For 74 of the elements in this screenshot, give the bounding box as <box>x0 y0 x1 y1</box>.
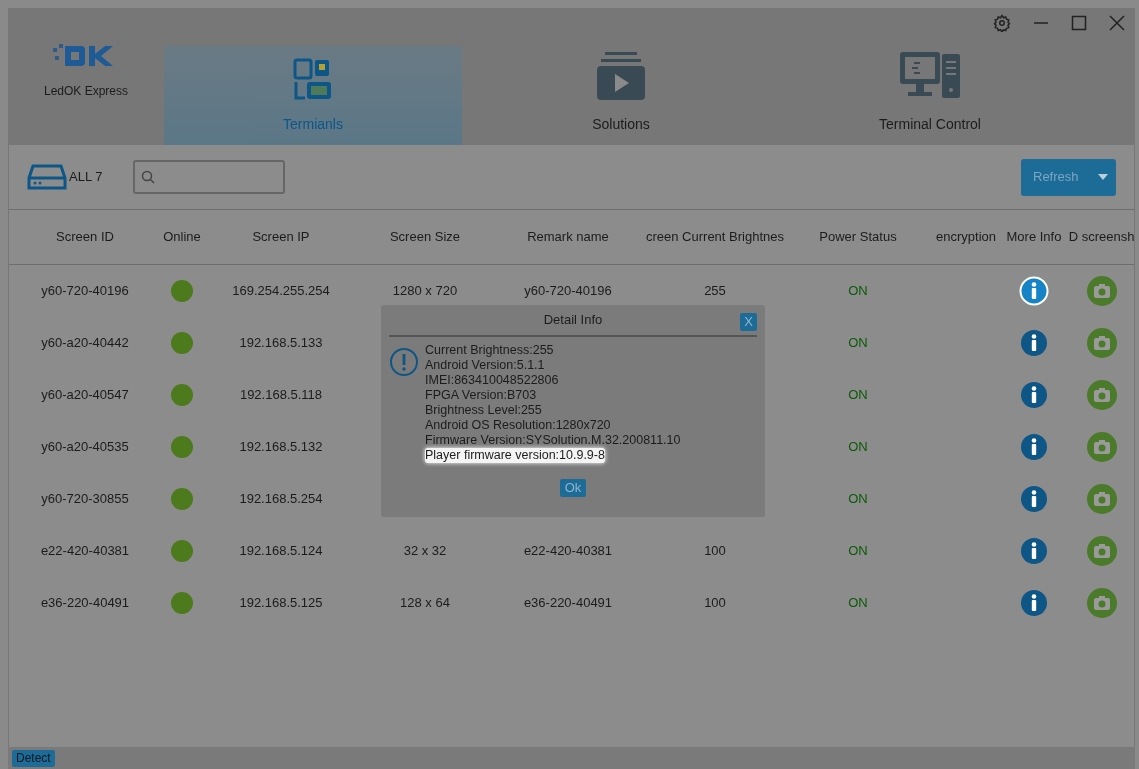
nav-tab[interactable]: Termianls <box>164 46 462 145</box>
power-status: ON <box>847 490 869 509</box>
table-cell-text: y60-a20-40535 <box>40 438 130 457</box>
column-header: Online <box>162 228 202 247</box>
device-icon <box>27 162 67 192</box>
search-icon <box>140 170 155 184</box>
table-cell: 1280 x 720 <box>392 283 458 299</box>
table-cell-text: y60-720-40196 <box>40 282 130 301</box>
table-cell: 255 <box>704 283 726 299</box>
column-header: encryption <box>935 228 997 247</box>
detect-button[interactable]: Detect <box>12 749 55 767</box>
detail-line: Brightness Level:255 <box>425 403 542 418</box>
info-icon[interactable] <box>1019 380 1049 410</box>
column-header: Screen Size <box>388 228 462 247</box>
info-icon[interactable] <box>1019 276 1049 306</box>
detail-line: Current Brightness:255 <box>425 343 554 358</box>
table-cell: 32 x 32 <box>403 543 447 559</box>
column-header: Screen IP <box>251 228 311 247</box>
detail-line: Firmware Version:SYSolution.M.32.200811.10 <box>425 433 681 448</box>
table-cell-text: e36-220-40491 <box>39 594 131 613</box>
nav-tab[interactable]: Solutions <box>462 46 780 145</box>
play-stack-icon <box>595 50 647 102</box>
table-cell-text: 192.168.5.254 <box>238 490 324 509</box>
info-icon[interactable] <box>1019 432 1049 462</box>
power-status: ON <box>847 334 869 353</box>
table-cell-text: 192.168.5.132 <box>238 438 324 457</box>
device-count: ALL 7 <box>69 168 103 187</box>
column-header: Screen ID <box>55 228 115 247</box>
close-icon[interactable] <box>1109 15 1125 31</box>
table-cell-text: e22-420-40381 <box>39 542 131 561</box>
column-header: Power Status <box>818 228 898 247</box>
info-icon[interactable] <box>1019 588 1049 618</box>
column-header: D screensh <box>1067 228 1136 247</box>
settings-icon[interactable] <box>993 14 1011 32</box>
table-cell-text: 192.168.5.118 <box>238 386 324 405</box>
table-cell: 100 <box>704 543 726 559</box>
table-cell-text: 192.168.5.133 <box>238 334 324 353</box>
power-status: ON <box>847 594 869 613</box>
column-header: More Info <box>1005 228 1063 247</box>
close-button[interactable]: X <box>740 313 757 331</box>
info-icon[interactable] <box>1019 536 1049 566</box>
dialog-title: Detail Info <box>543 311 603 330</box>
info-icon[interactable] <box>1019 328 1049 358</box>
nav-tab[interactable]: Terminal Control <box>780 46 1080 145</box>
table-cell-text: y60-a20-40547 <box>40 386 130 405</box>
table-cell-text: 192.168.5.125 <box>238 594 324 613</box>
refresh-button[interactable]: Refresh <box>1021 158 1116 196</box>
alert-icon <box>389 347 419 377</box>
detail-line: Android Version:5.1.1 <box>425 358 545 373</box>
search-field[interactable] <box>132 160 285 194</box>
detail-line: IMEI:863410048522806 <box>425 373 559 388</box>
table-cell-text: y60-a20-40442 <box>40 334 130 353</box>
power-status: ON <box>847 282 869 301</box>
power-status: ON <box>847 386 869 405</box>
table-cell: 128 x 64 <box>400 595 450 611</box>
table-cell: e22-420-40381 <box>523 543 613 559</box>
ok-button[interactable]: Ok <box>559 479 587 497</box>
table-cell-text: 169.254.255.254 <box>231 282 331 301</box>
detail-line: Android OS Resolution:1280x720 <box>425 418 611 433</box>
table-cell-text: y60-720-30855 <box>40 490 130 509</box>
column-header: Remark name <box>526 228 610 247</box>
table-cell: e36-220-40491 <box>523 595 613 611</box>
table-cell: 100 <box>704 595 726 611</box>
caret-icon <box>1098 174 1108 180</box>
power-status: ON <box>847 542 869 561</box>
detail-line: FPGA Version:B703 <box>425 388 537 403</box>
table-cell-text: 192.168.5.124 <box>238 542 324 561</box>
maximize-icon[interactable] <box>1071 15 1087 31</box>
power-status: ON <box>847 438 869 457</box>
app-name: LedOK Express <box>43 83 128 100</box>
table-cell: y60-720-40196 <box>524 283 612 299</box>
info-icon[interactable] <box>1019 484 1049 514</box>
column-header: creen Current Brightnes <box>645 228 785 247</box>
terminal-list-icon <box>293 58 333 102</box>
